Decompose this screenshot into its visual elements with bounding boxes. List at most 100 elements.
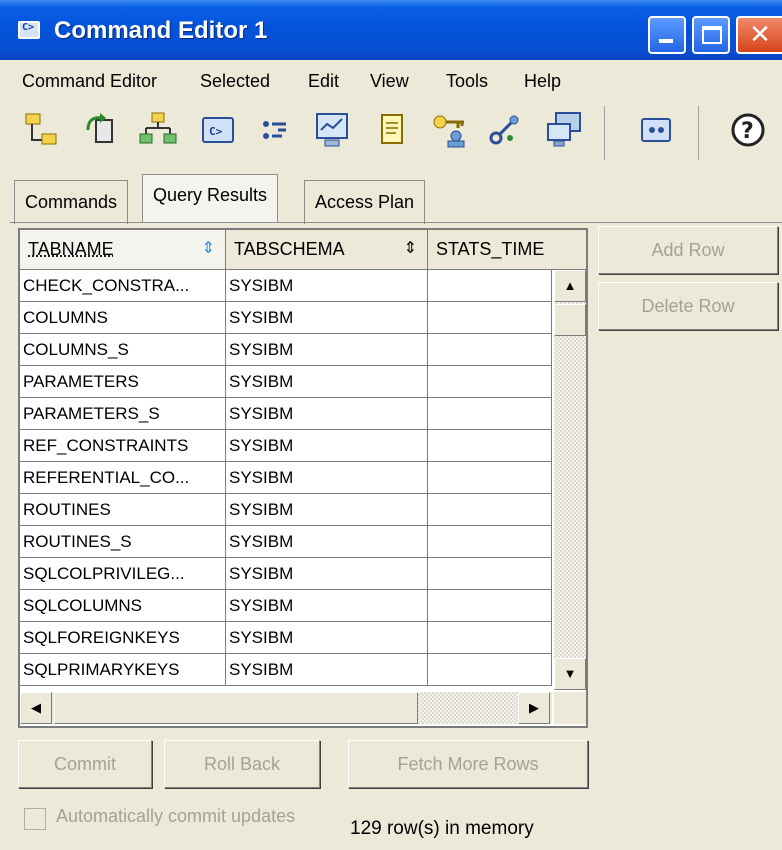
tools-icon[interactable] — [484, 110, 524, 150]
table-cell[interactable] — [428, 622, 552, 654]
table-row[interactable]: PARAMETERS_S SYSIBM — [20, 398, 552, 430]
vertical-scroll-thumb[interactable] — [554, 304, 586, 336]
fetch-more-rows-button[interactable]: Fetch More Rows — [348, 740, 588, 788]
table-cell[interactable]: SYSIBM — [226, 622, 428, 654]
table-cell[interactable]: SYSIBM — [226, 590, 428, 622]
table-cell[interactable]: SYSIBM — [226, 494, 428, 526]
table-cell[interactable] — [428, 366, 552, 398]
table-row[interactable]: SQLCOLPRIVILEG... SYSIBM — [20, 558, 552, 590]
command-window-icon[interactable]: C> — [198, 110, 238, 150]
scroll-down-button[interactable]: ▼ — [554, 658, 586, 690]
sort-icon[interactable]: ⇕ — [202, 230, 215, 268]
terminal-icon[interactable] — [636, 110, 676, 150]
table-cell[interactable]: SYSIBM — [226, 270, 428, 302]
table-cell[interactable] — [428, 590, 552, 622]
menu-help[interactable]: Help — [524, 71, 561, 92]
table-cell[interactable]: SYSIBM — [226, 462, 428, 494]
table-row[interactable]: PARAMETERS SYSIBM — [20, 366, 552, 398]
auto-commit-checkbox[interactable] — [24, 808, 46, 830]
results-table[interactable]: TABNAME ⇕ TABSCHEMA ⇕ STATS_TIME CHECK_C… — [18, 228, 588, 728]
horizontal-scroll-track[interactable] — [418, 692, 518, 724]
table-cell[interactable]: COLUMNS_S — [20, 334, 226, 366]
column-header-tabschema[interactable]: TABSCHEMA ⇕ — [226, 230, 428, 270]
table-cell[interactable] — [428, 270, 552, 302]
table-cell[interactable] — [428, 558, 552, 590]
table-row[interactable]: SQLFOREIGNKEYS SYSIBM — [20, 622, 552, 654]
table-cell[interactable]: COLUMNS — [20, 302, 226, 334]
table-cell[interactable]: SYSIBM — [226, 526, 428, 558]
table-cell[interactable]: SYSIBM — [226, 366, 428, 398]
table-cell[interactable]: CHECK_CONSTRA... — [20, 270, 226, 302]
menu-tools[interactable]: Tools — [446, 71, 488, 92]
menu-edit[interactable]: Edit — [308, 71, 339, 92]
table-cell[interactable]: SYSIBM — [226, 430, 428, 462]
options-icon[interactable] — [254, 110, 294, 150]
table-cell[interactable] — [428, 430, 552, 462]
table-row[interactable]: SQLCOLUMNS SYSIBM — [20, 590, 552, 622]
menu-view[interactable]: View — [370, 71, 409, 92]
table-row[interactable]: ROUTINES SYSIBM — [20, 494, 552, 526]
table-row[interactable]: SQLPRIMARYKEYS SYSIBM — [20, 654, 552, 686]
table-row[interactable]: COLUMNS SYSIBM — [20, 302, 552, 334]
table-cell[interactable]: SQLCOLUMNS — [20, 590, 226, 622]
command-editor-app-icon[interactable] — [18, 21, 40, 39]
table-cell[interactable] — [428, 462, 552, 494]
table-cell[interactable] — [428, 494, 552, 526]
tab-access-plan[interactable]: Access Plan — [304, 180, 426, 224]
column-header-tabname[interactable]: TABNAME ⇕ — [20, 230, 226, 270]
scroll-left-button[interactable]: ◀ — [20, 692, 52, 724]
table-row[interactable]: REFERENTIAL_CO... SYSIBM — [20, 462, 552, 494]
computer-icon[interactable] — [544, 110, 584, 150]
table-cell[interactable] — [428, 526, 552, 558]
sort-icon[interactable]: ⇕ — [404, 230, 417, 268]
notepad-icon[interactable] — [372, 110, 412, 150]
tab-panel-border — [10, 222, 782, 223]
table-cell[interactable]: SQLPRIMARYKEYS — [20, 654, 226, 686]
table-cell[interactable]: SQLCOLPRIVILEG... — [20, 558, 226, 590]
table-cell[interactable]: REFERENTIAL_CO... — [20, 462, 226, 494]
table-cell[interactable]: ROUTINES_S — [20, 526, 226, 558]
table-row[interactable]: REF_CONSTRAINTS SYSIBM — [20, 430, 552, 462]
table-row[interactable]: COLUMNS_S SYSIBM — [20, 334, 552, 366]
column-header-stats-time[interactable]: STATS_TIME — [428, 230, 586, 270]
menu-command-editor[interactable]: Command Editor — [22, 71, 157, 92]
table-cell[interactable]: PARAMETERS — [20, 366, 226, 398]
hierarchy-icon[interactable] — [138, 110, 178, 150]
table-cell[interactable]: SQLFOREIGNKEYS — [20, 622, 226, 654]
table-cell[interactable] — [428, 302, 552, 334]
help-icon[interactable]: ? — [728, 110, 768, 150]
table-row[interactable]: ROUTINES_S SYSIBM — [20, 526, 552, 558]
table-cell[interactable]: SYSIBM — [226, 302, 428, 334]
tab-commands[interactable]: Commands — [14, 180, 129, 224]
table-cell[interactable]: SYSIBM — [226, 558, 428, 590]
table-cell[interactable]: ROUTINES — [20, 494, 226, 526]
maximize-button[interactable] — [692, 16, 730, 54]
add-row-button[interactable]: Add Row — [598, 226, 778, 274]
monitor-icon[interactable] — [312, 110, 352, 150]
table-cell[interactable]: SYSIBM — [226, 398, 428, 430]
close-button[interactable]: ✕ — [736, 16, 782, 54]
scroll-up-button[interactable]: ▲ — [554, 270, 586, 302]
horizontal-scroll-thumb[interactable] — [54, 692, 418, 724]
table-cell[interactable]: SYSIBM — [226, 654, 428, 686]
table-cell[interactable] — [428, 334, 552, 366]
commit-button[interactable]: Commit — [18, 740, 152, 788]
table-cell[interactable]: REF_CONSTRAINTS — [20, 430, 226, 462]
table-cell[interactable] — [428, 654, 552, 686]
scroll-right-button[interactable]: ▶ — [518, 692, 550, 724]
svg-text:C>: C> — [209, 125, 223, 138]
table-cell[interactable]: SYSIBM — [226, 334, 428, 366]
vertical-scrollbar[interactable]: ▲ ▼ — [554, 270, 586, 690]
connect-icon[interactable] — [82, 110, 122, 150]
menu-selected[interactable]: Selected — [200, 71, 270, 92]
key-user-icon[interactable] — [430, 110, 470, 150]
table-cell[interactable] — [428, 398, 552, 430]
table-cell[interactable]: PARAMETERS_S — [20, 398, 226, 430]
tree-icon[interactable] — [22, 110, 62, 150]
tab-query-results[interactable]: Query Results — [142, 174, 279, 222]
minimize-button[interactable] — [648, 16, 686, 54]
roll-back-button[interactable]: Roll Back — [164, 740, 320, 788]
table-row[interactable]: CHECK_CONSTRA... SYSIBM — [20, 270, 552, 302]
delete-row-button[interactable]: Delete Row — [598, 282, 778, 330]
horizontal-scrollbar[interactable]: ◀ ▶ — [20, 692, 552, 724]
